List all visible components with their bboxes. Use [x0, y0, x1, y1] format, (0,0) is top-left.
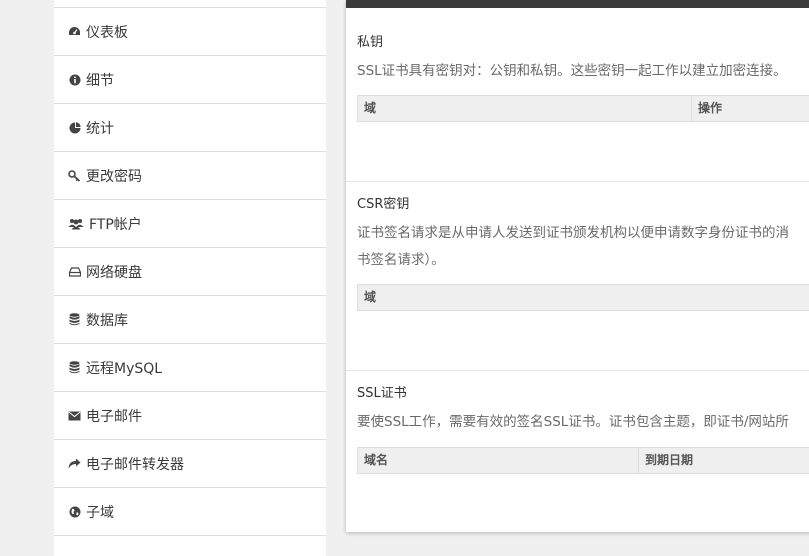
- sidebar-item-label: 远程MySQL: [86, 360, 163, 377]
- panel-topbar: [346, 0, 809, 8]
- sidebar-item-dashboard[interactable]: 仪表板: [54, 8, 326, 56]
- sidebar-item-label: 数据库: [86, 312, 128, 329]
- column-header-domain[interactable]: 域: [358, 285, 376, 310]
- sidebar-item-label: 统计: [86, 120, 114, 137]
- sidebar-item-label: FTP帐户: [89, 216, 142, 233]
- csr-title: CSR密钥: [357, 197, 410, 212]
- users-icon: [68, 217, 84, 230]
- csr-description-line2: 书签名请求）。: [357, 252, 445, 268]
- sidebar-item-database[interactable]: 数据库: [54, 296, 326, 344]
- sidebar-item-label: 细节: [86, 72, 114, 89]
- csr-description-line1: 证书签名请求是从申请人发送到证书颁发机构以便申请数字身份证书的消: [357, 225, 789, 241]
- hdd-icon: [68, 265, 81, 278]
- ssl-panel: 私钥 SSL证书具有密钥对：公钥和私钥。这些密钥一起工作以建立加密连接。 域 操…: [346, 0, 809, 532]
- ssl-cert-table-header: 域名 到期日期: [357, 447, 809, 474]
- private-key-title: 私钥: [357, 35, 384, 50]
- sidebar-item-subdomains[interactable]: 子域: [54, 488, 326, 536]
- sidebar-item-remote-mysql[interactable]: 远程MySQL: [54, 344, 326, 392]
- sidebar-item-details[interactable]: 细节: [54, 56, 326, 104]
- sidebar-item-label: 更改密码: [86, 168, 142, 185]
- database-icon: [68, 361, 81, 374]
- section-separator: [346, 370, 809, 371]
- sidebar-item-label: 仪表板: [86, 24, 128, 41]
- sidebar-menu: 仪表板 细节 统计 更改密码 FTP帐户 网络硬盘 数据库 远程MySQL 电子…: [54, 0, 326, 556]
- ssl-cert-description: 要使SSL工作，需要有效的签名SSL证书。证书包含主题，即证书/网站所: [357, 414, 789, 430]
- app-root: 仪表板 细节 统计 更改密码 FTP帐户 网络硬盘 数据库 远程MySQL 电子…: [0, 0, 809, 556]
- key-icon: [68, 169, 81, 182]
- sidebar-item-stats[interactable]: 统计: [54, 104, 326, 152]
- sidebar-item-email-forwarders[interactable]: 电子邮件转发器: [54, 440, 326, 488]
- sidebar-item-ftp[interactable]: FTP帐户: [54, 200, 326, 248]
- sidebar-item-change-password[interactable]: 更改密码: [54, 152, 326, 200]
- section-separator: [346, 181, 809, 182]
- private-key-table-header: 域 操作: [357, 95, 809, 122]
- sidebar-item-previous[interactable]: [54, 0, 326, 8]
- info-icon: [68, 73, 81, 86]
- sidebar-item-label: 子域: [86, 504, 114, 521]
- ssl-cert-title: SSL证书: [357, 386, 407, 401]
- database-icon: [68, 313, 81, 326]
- column-header-domain-name[interactable]: 域名: [358, 448, 388, 473]
- envelope-icon: [68, 409, 81, 422]
- sidebar-item-label: 网络硬盘: [86, 264, 142, 281]
- sidebar-item-label: 电子邮件转发器: [86, 456, 184, 473]
- sidebar-item-next[interactable]: [54, 536, 326, 556]
- sidebar-item-label: 电子邮件: [86, 408, 142, 425]
- column-header-expiry-date[interactable]: 到期日期: [639, 448, 693, 473]
- share-icon: [68, 457, 81, 470]
- globe-icon: [68, 505, 81, 518]
- private-key-description: SSL证书具有密钥对：公钥和私钥。这些密钥一起工作以建立加密连接。: [357, 63, 787, 79]
- dashboard-icon: [68, 25, 81, 38]
- csr-table-header: 域: [357, 284, 809, 311]
- sidebar-item-email[interactable]: 电子邮件: [54, 392, 326, 440]
- sidebar-item-network-disk[interactable]: 网络硬盘: [54, 248, 326, 296]
- column-header-domain[interactable]: 域: [358, 96, 376, 121]
- pie-chart-icon: [68, 121, 81, 134]
- column-header-actions[interactable]: 操作: [692, 96, 722, 121]
